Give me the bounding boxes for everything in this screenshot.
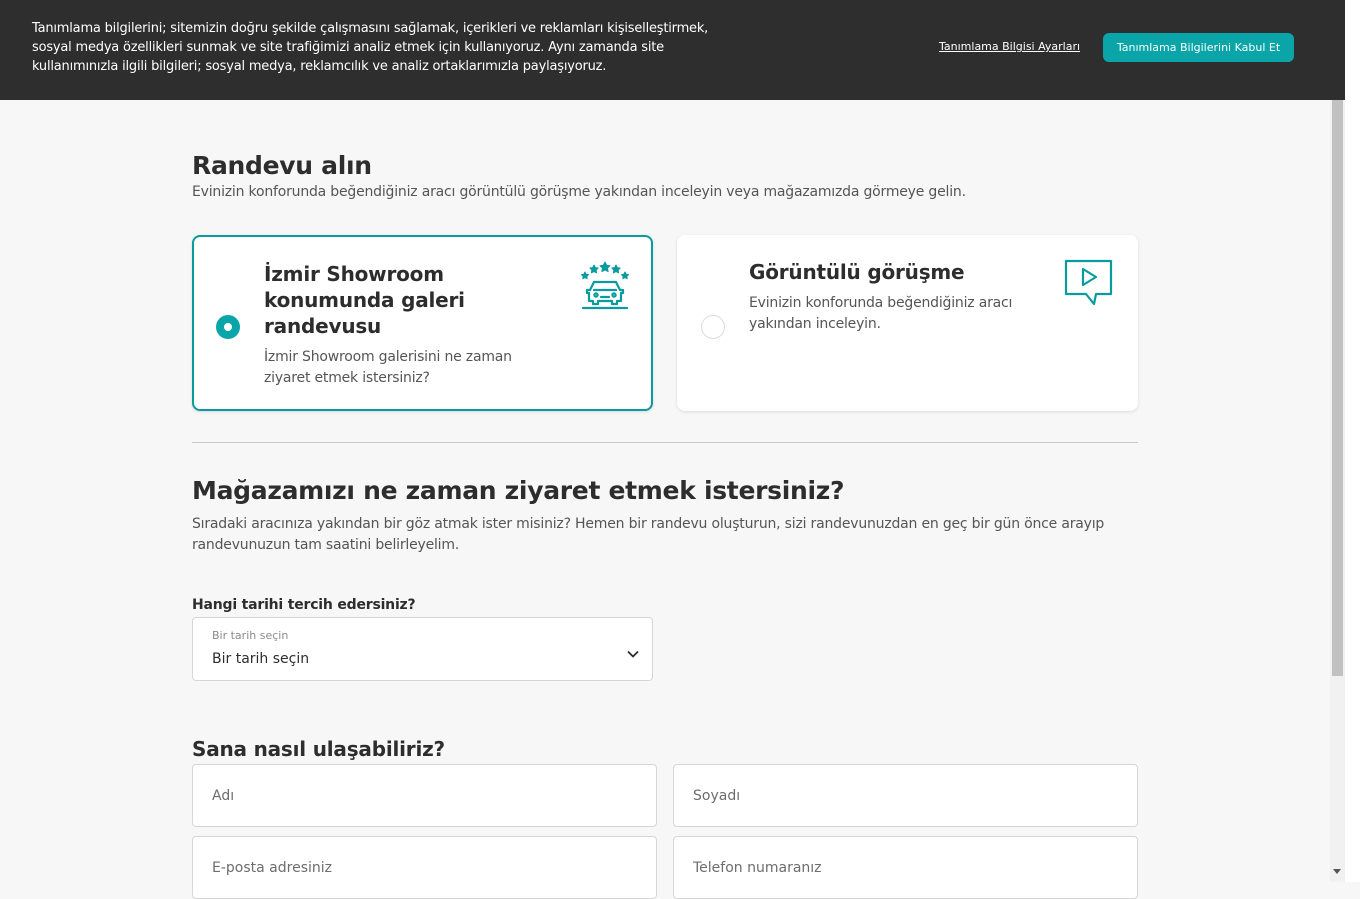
showroom-radio[interactable]	[216, 315, 240, 339]
phone-field[interactable]	[673, 836, 1138, 899]
appointment-title: Randevu alın	[192, 151, 372, 180]
section-divider	[192, 442, 1138, 443]
last-name-input[interactable]	[674, 765, 1137, 826]
date-select-label: Bir tarih seçin	[212, 629, 289, 642]
appointment-subtitle: Evinizin konforunda beğendiğiniz aracı g…	[192, 184, 966, 200]
cookie-settings-link[interactable]: Tanımlama Bilgisi Ayarları	[939, 40, 1080, 53]
date-select-value: Bir tarih seçin	[212, 651, 310, 667]
date-label: Hangi tarihi tercih edersiniz?	[192, 597, 416, 613]
video-call-card-description: Evinizin konforunda beğendiğiniz aracı y…	[749, 295, 1013, 332]
cookie-text: Tanımlama bilgilerini; sitemizin doğru ş…	[32, 21, 709, 74]
cookie-accept-button[interactable]: Tanımlama Bilgilerini Kabul Et	[1103, 33, 1294, 62]
cookie-banner: Tanımlama bilgilerini; sitemizin doğru ş…	[0, 0, 1345, 100]
visit-description: Sıradaki aracınıza yakından bir göz atma…	[192, 516, 1105, 553]
video-call-icon	[1064, 258, 1114, 310]
showroom-card-title: İzmir Showroom konumunda galeri randevus…	[264, 262, 465, 338]
contact-title: Sana nasıl ulaşabiliriz?	[192, 737, 445, 761]
email-input[interactable]	[193, 837, 656, 898]
visit-title: Mağazamızı ne zaman ziyaret etmek isters…	[192, 476, 845, 505]
last-name-field[interactable]	[673, 764, 1138, 827]
chevron-down-icon	[626, 644, 640, 663]
email-field[interactable]	[192, 836, 657, 899]
date-select[interactable]: Bir tarih seçin Bir tarih seçin	[192, 617, 653, 681]
scrollbar-thumb[interactable]	[1332, 100, 1343, 676]
showroom-car-icon	[581, 260, 629, 314]
video-call-card-title: Görüntülü görüşme	[749, 260, 965, 284]
first-name-field[interactable]	[192, 764, 657, 827]
video-call-radio[interactable]	[701, 315, 725, 339]
first-name-input[interactable]	[193, 765, 656, 826]
showroom-appointment-card[interactable]: İzmir Showroom konumunda galeri randevus…	[192, 235, 653, 411]
video-call-card[interactable]: Görüntülü görüşme Evinizin konforunda be…	[677, 235, 1138, 411]
phone-input[interactable]	[674, 837, 1137, 898]
scroll-down-arrow-icon[interactable]	[1333, 869, 1341, 874]
showroom-card-description: İzmir Showroom galerisini ne zaman ziyar…	[264, 349, 512, 386]
window-edge	[1345, 0, 1360, 882]
